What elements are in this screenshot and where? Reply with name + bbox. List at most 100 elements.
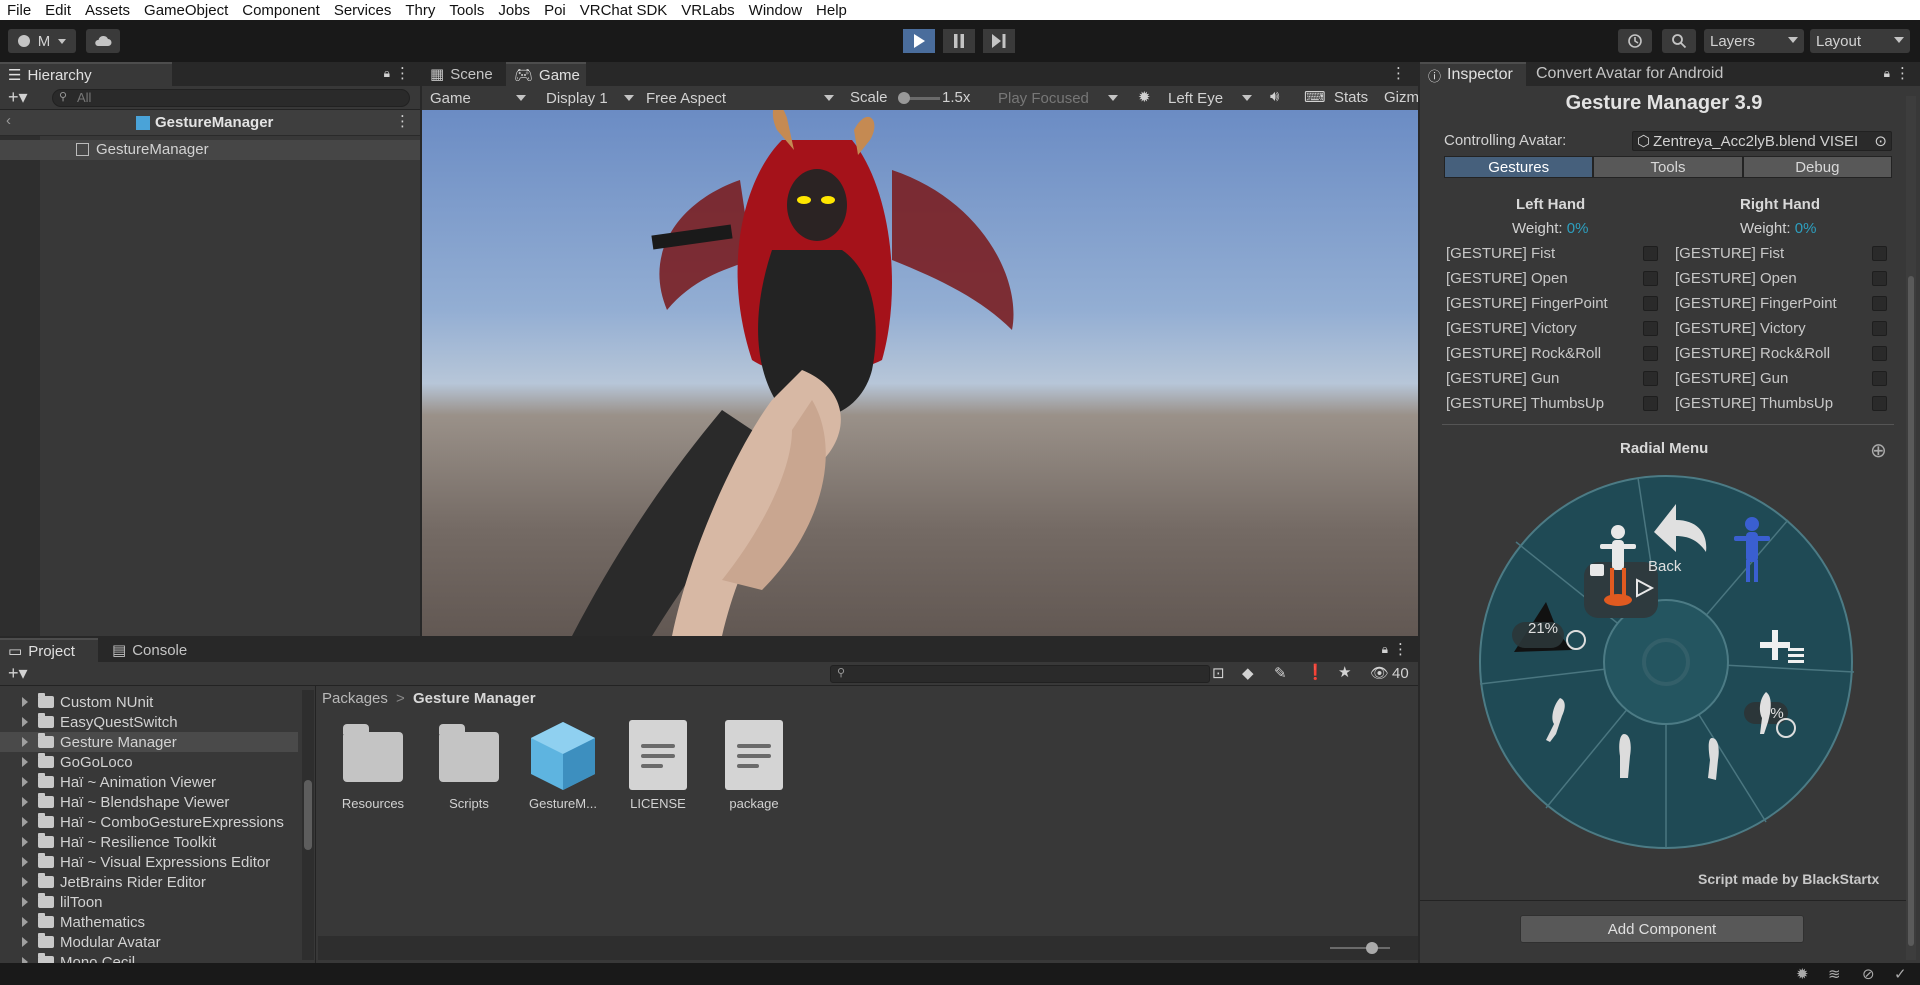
menu-jobs[interactable]: Jobs [491,2,537,19]
menu-help[interactable]: Help [809,2,854,19]
tree-item[interactable]: Modular Avatar [0,932,298,952]
left-gesture-checkbox[interactable] [1643,396,1658,411]
scrollbar-thumb[interactable] [304,780,312,850]
check-circle-icon[interactable]: ✓ [1894,965,1907,983]
display-dropdown[interactable]: Display 1 [540,87,640,109]
menu-component[interactable]: Component [235,2,327,19]
play-focus-dropdown[interactable]: Play Focused [992,87,1124,109]
controlling-avatar-field[interactable]: ⬡ Zentreya_Acc2lyB.blend VISEI ⊙ [1632,131,1892,151]
right-gesture-checkbox[interactable] [1872,271,1887,286]
right-gesture-checkbox[interactable] [1872,321,1887,336]
search-button[interactable] [1662,29,1696,53]
eye-off-icon[interactable]: ⊘ [1862,965,1875,983]
kebab-menu-icon[interactable]: ⋮ [395,112,410,130]
left-gesture-checkbox[interactable] [1643,271,1658,286]
tree-item[interactable]: Haï ~ Resilience Toolkit [0,832,298,852]
menu-gameobject[interactable]: GameObject [137,2,235,19]
right-gesture-checkbox[interactable] [1872,371,1887,386]
kebab-menu-icon[interactable]: ⋮ [1895,64,1910,82]
layers-icon[interactable]: ≋ [1828,965,1841,983]
tree-item[interactable]: Haï ~ Animation Viewer [0,772,298,792]
zoom-slider[interactable] [1330,942,1390,954]
radial-menu[interactable] [1476,472,1856,852]
expand-arrow-icon[interactable] [22,937,28,947]
hidden-eye-icon[interactable]: 👁︎ [1370,664,1389,682]
history-button[interactable] [1618,29,1652,53]
object-picker-icon[interactable]: ⊙ [1872,132,1889,150]
asset-scripts[interactable]: Scripts [429,724,509,811]
menu-file[interactable]: File [0,2,38,19]
pause-button[interactable] [943,29,975,53]
add-circle-icon[interactable]: ⊕ [1870,438,1887,463]
tree-item[interactable]: Gesture Manager [0,732,298,752]
expand-arrow-icon[interactable] [22,797,28,807]
tree-item[interactable]: Haï ~ Blendshape Viewer [0,792,298,812]
project-search-input[interactable]: ⚲ [830,665,1210,683]
audio-icon[interactable]: 🔊︎ [1270,88,1279,105]
tab-hierarchy[interactable]: ☰ Hierarchy [0,62,172,86]
favorite-icon[interactable]: ★ [1338,663,1351,681]
eye-dropdown[interactable]: Left Eye [1162,87,1258,109]
step-button[interactable] [983,29,1015,53]
slider-thumb[interactable] [1366,942,1378,954]
inspector-scrollbar[interactable] [1906,96,1916,960]
tree-item[interactable]: JetBrains Rider Editor [0,872,298,892]
expand-arrow-icon[interactable] [22,757,28,767]
tab-scene[interactable]: ▦ Scene [422,62,506,86]
expand-arrow-icon[interactable] [22,837,28,847]
layers-dropdown[interactable]: Layers [1704,29,1804,53]
filter-type-icon[interactable]: ◆ [1242,664,1254,682]
right-gesture-checkbox[interactable] [1872,246,1887,261]
hierarchy-search-input[interactable]: ⚲ All [52,89,410,107]
scrollbar-thumb[interactable] [1908,276,1914,946]
gizmos-button[interactable]: Gizm [1384,89,1418,106]
scale-slider[interactable] [898,92,940,104]
expand-arrow-icon[interactable] [22,857,28,867]
add-icon[interactable]: +▾ [8,87,28,108]
lock-icon[interactable]: 🔒︎ [1884,66,1890,81]
tab-gestures[interactable]: Gestures [1444,156,1594,178]
back-arrow-icon[interactable]: ‹ [6,112,11,129]
warning-icon[interactable]: ❗ [1306,663,1325,681]
menu-poi[interactable]: Poi [537,2,573,19]
right-gesture-checkbox[interactable] [1872,346,1887,361]
bug-icon[interactable]: ✹ [1138,88,1151,106]
asset-license[interactable]: LICENSE [618,720,698,811]
slider-thumb[interactable] [898,92,910,104]
menu-thry[interactable]: Thry [398,2,442,19]
tab-debug[interactable]: Debug [1742,156,1892,178]
menu-services[interactable]: Services [327,2,399,19]
left-gesture-checkbox[interactable] [1643,346,1658,361]
tab-inspector[interactable]: ⓘ Inspector [1420,62,1526,86]
cloud-button[interactable] [86,29,120,53]
menu-window[interactable]: Window [742,2,809,19]
expand-arrow-icon[interactable] [22,897,28,907]
tree-item[interactable]: EasyQuestSwitch [0,712,298,732]
right-gesture-checkbox[interactable] [1872,296,1887,311]
tab-console[interactable]: ▤ Console [104,638,204,662]
expand-arrow-icon[interactable] [22,877,28,887]
account-dropdown[interactable]: M [8,29,76,53]
keyboard-icon[interactable]: ⌨ [1304,88,1326,106]
left-gesture-checkbox[interactable] [1643,321,1658,336]
search-scope-icon[interactable]: ⊡ [1212,664,1225,682]
tree-item[interactable]: Haï ~ ComboGestureExpressions [0,812,298,832]
kebab-menu-icon[interactable]: ⋮ [395,64,410,82]
asset-prefab[interactable]: GestureM... [523,722,603,811]
kebab-menu-icon[interactable]: ⋮ [1391,64,1406,82]
tree-item[interactable]: Mono Cecil [0,952,298,963]
menu-edit[interactable]: Edit [38,2,78,19]
menu-tools[interactable]: Tools [442,2,491,19]
right-gesture-checkbox[interactable] [1872,396,1887,411]
stats-button[interactable]: Stats [1334,89,1368,106]
expand-arrow-icon[interactable] [22,737,28,747]
expand-arrow-icon[interactable] [22,717,28,727]
asset-package[interactable]: package [714,720,794,811]
add-icon[interactable]: +▾ [8,663,28,684]
asset-resources[interactable]: Resources [333,724,413,811]
left-gesture-checkbox[interactable] [1643,296,1658,311]
menu-assets[interactable]: Assets [78,2,137,19]
lock-icon[interactable]: 🔒︎ [384,66,390,81]
tree-item[interactable]: GoGoLoco [0,752,298,772]
left-gesture-checkbox[interactable] [1643,371,1658,386]
